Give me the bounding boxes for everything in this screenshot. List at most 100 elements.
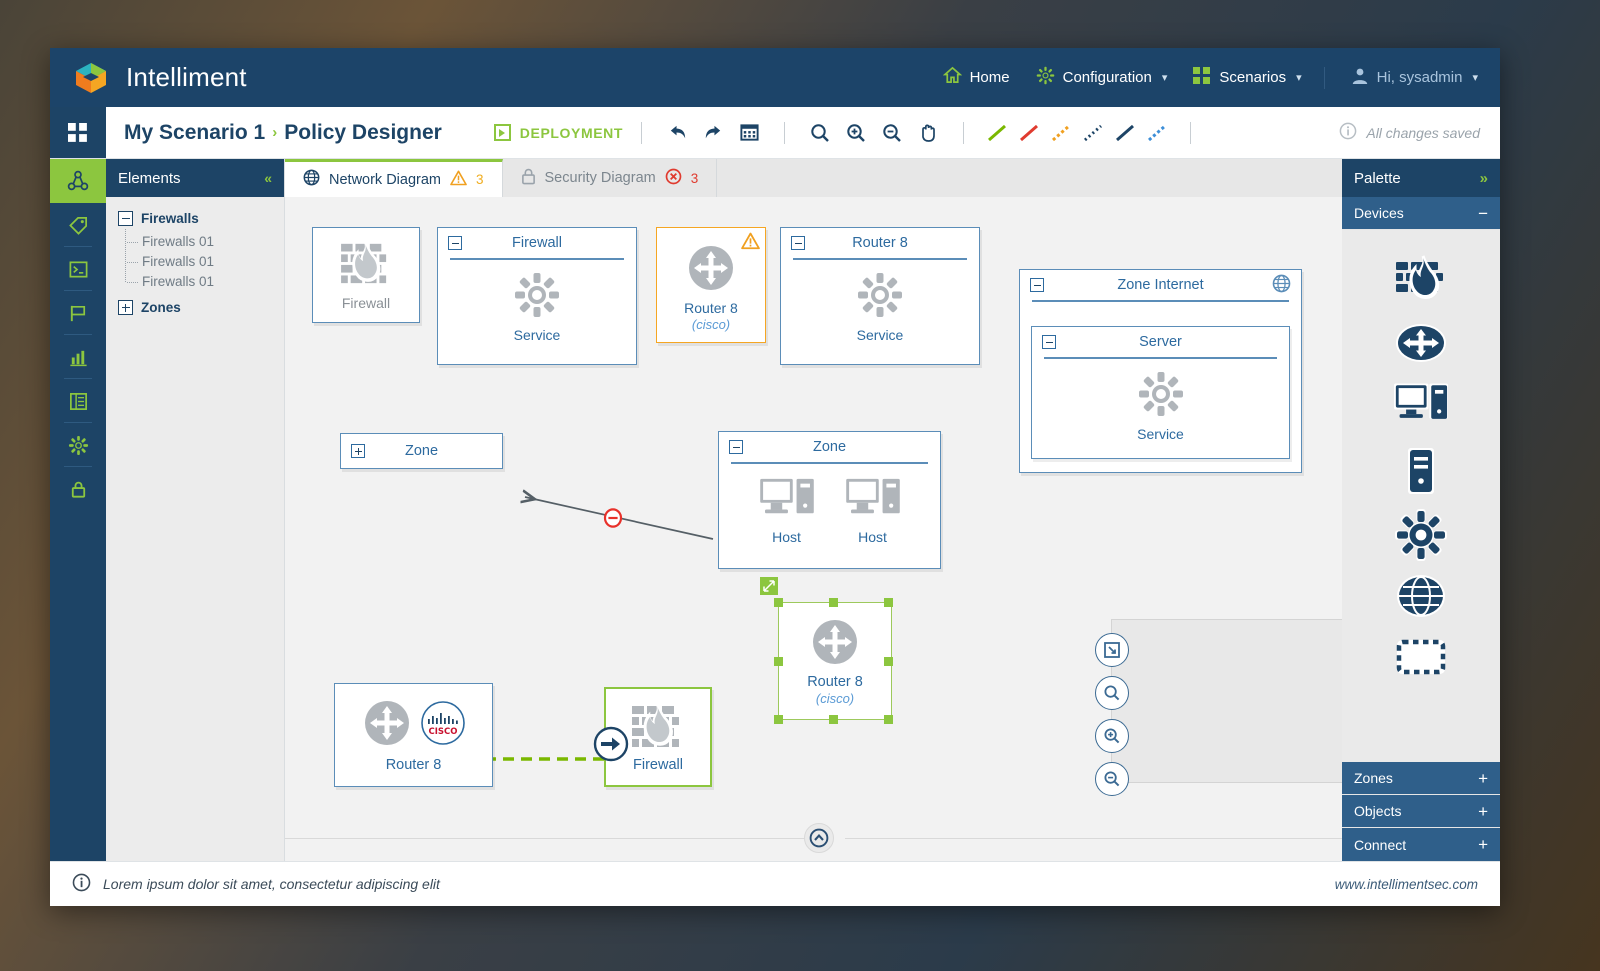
palette-section-objects-sign[interactable]: +: [1478, 803, 1488, 820]
tree-toggle-plus-icon[interactable]: [118, 300, 133, 315]
chevron-down-icon: ▾: [1472, 72, 1478, 84]
line-style-orange-dashed[interactable]: [1046, 118, 1076, 148]
line-style-navy-solid[interactable]: [1110, 118, 1140, 148]
zoom-out-button[interactable]: [875, 116, 909, 150]
panel-collapse-handle[interactable]: [804, 823, 834, 853]
sidebar-item-topology[interactable]: [50, 159, 106, 203]
nav-user-menu[interactable]: Hi, sysadmin ▾: [1351, 67, 1478, 89]
sidebar-item-flags[interactable]: [50, 291, 106, 335]
child-service[interactable]: Service: [1137, 371, 1184, 442]
palette-section-connect[interactable]: Connect +: [1342, 828, 1500, 861]
footer-site-link[interactable]: www.intellimentsec.com: [1335, 877, 1478, 892]
resize-handle-w[interactable]: [774, 657, 783, 666]
sidebar-item-security[interactable]: [50, 467, 106, 511]
line-style-green-solid[interactable]: [982, 118, 1012, 148]
tab-network-diagram[interactable]: Network Diagram 3: [285, 159, 503, 205]
collapse-minus-icon[interactable]: [791, 236, 805, 250]
node-router8-selected[interactable]: Router 8 (cisco): [778, 602, 892, 720]
line-style-navy-dotted[interactable]: [1078, 118, 1108, 148]
search-button[interactable]: [803, 116, 837, 150]
tree-group-zones[interactable]: Zones: [118, 300, 272, 315]
resize-expand-icon[interactable]: [760, 577, 778, 595]
tab-security-diagram[interactable]: Security Diagram 3: [503, 159, 718, 197]
pan-hand-button[interactable]: [911, 116, 945, 150]
sidebar-item-tags[interactable]: [50, 203, 106, 247]
node-router8-selected-wrap[interactable]: Router 8 (cisco): [760, 577, 896, 726]
resize-handle-se[interactable]: [884, 715, 893, 724]
node-router8-warning[interactable]: Router 8 (cisco): [656, 227, 766, 343]
palette-internet-icon[interactable]: [1394, 572, 1448, 626]
palette-section-zones-sign[interactable]: +: [1478, 770, 1488, 787]
sidebar-item-tables[interactable]: [50, 379, 106, 423]
palette-section-connect-sign[interactable]: +: [1478, 836, 1488, 853]
zoom-in-button[interactable]: [839, 116, 873, 150]
palette-section-zones[interactable]: Zones +: [1342, 762, 1500, 795]
tree-group-firewalls[interactable]: Firewalls: [118, 211, 272, 226]
elements-collapse-button[interactable]: «: [264, 170, 272, 186]
palette-section-devices[interactable]: Devices −: [1342, 197, 1500, 230]
connector-deny-badge[interactable]: [603, 508, 623, 533]
minimap[interactable]: [1111, 619, 1342, 783]
undo-button[interactable]: [660, 116, 694, 150]
nav-configuration-label: Configuration: [1062, 69, 1152, 86]
list-item[interactable]: Firewalls 01: [127, 232, 272, 252]
collapse-minus-icon[interactable]: [1030, 278, 1044, 292]
line-style-blue-dashed[interactable]: [1142, 118, 1172, 148]
node-router8-container[interactable]: Router 8 Service: [780, 227, 980, 365]
sidebar-item-settings[interactable]: [50, 423, 106, 467]
collapse-plus-icon[interactable]: [351, 444, 365, 458]
diagram-canvas[interactable]: Firewall Firewall Service Router 8 (cisc…: [285, 197, 1342, 861]
grid-toggle-button[interactable]: [732, 116, 766, 150]
deployment-button[interactable]: DEPLOYMENT: [493, 124, 623, 141]
tree-toggle-minus-icon[interactable]: [118, 211, 133, 226]
app-grid-button[interactable]: [50, 107, 106, 158]
node-firewall-selected[interactable]: Firewall: [593, 687, 712, 787]
palette-section-zones-label: Zones: [1354, 770, 1393, 786]
resize-handle-nw[interactable]: [774, 598, 783, 607]
sidebar-item-reports[interactable]: [50, 335, 106, 379]
node-server-container[interactable]: Server Service: [1031, 326, 1290, 459]
node-zone-hosts[interactable]: Zone Host Host: [718, 431, 941, 569]
arrow-right-circle-icon[interactable]: [592, 725, 630, 768]
child-service[interactable]: Service: [857, 272, 903, 343]
redo-button[interactable]: [696, 116, 730, 150]
collapse-minus-icon[interactable]: [729, 440, 743, 454]
palette-service-icon[interactable]: [1394, 508, 1448, 562]
child-host[interactable]: Host: [845, 476, 901, 545]
zoom-in-button[interactable]: [1095, 719, 1129, 753]
node-firewall-container[interactable]: Firewall Service: [437, 227, 637, 365]
zoom-out-button[interactable]: [1095, 762, 1129, 796]
breadcrumb-scenario[interactable]: My Scenario 1: [124, 121, 265, 145]
list-item[interactable]: Firewalls 01: [127, 272, 272, 292]
palette-server-icon[interactable]: [1394, 444, 1448, 498]
child-host[interactable]: Host: [759, 476, 815, 545]
child-service[interactable]: Service: [514, 272, 560, 343]
palette-section-devices-sign[interactable]: −: [1478, 205, 1488, 222]
resize-handle-e[interactable]: [884, 657, 893, 666]
list-item[interactable]: Firewalls 01: [127, 252, 272, 272]
collapse-minus-icon[interactable]: [448, 236, 462, 250]
node-router8-cisco[interactable]: CISCO Router 8: [334, 683, 493, 787]
palette-zone-icon[interactable]: [1394, 636, 1448, 690]
sidebar-item-console[interactable]: [50, 247, 106, 291]
collapse-minus-icon[interactable]: [1042, 335, 1056, 349]
nav-home[interactable]: Home: [942, 66, 1010, 89]
resize-handle-ne[interactable]: [884, 598, 893, 607]
palette-host-icon[interactable]: [1394, 380, 1448, 434]
node-zone-collapsed[interactable]: Zone: [340, 433, 503, 469]
zoom-reset-button[interactable]: [1095, 676, 1129, 710]
node-zone-internet[interactable]: Zone Internet Server Service: [1019, 269, 1302, 473]
resize-handle-n[interactable]: [829, 598, 838, 607]
palette-firewall-icon[interactable]: [1394, 252, 1448, 306]
palette-router-icon[interactable]: [1394, 316, 1448, 370]
line-style-red-solid[interactable]: [1014, 118, 1044, 148]
nav-configuration[interactable]: Configuration ▾: [1036, 66, 1167, 89]
fit-to-screen-button[interactable]: [1095, 633, 1129, 667]
node-router8-container-label: Router 8: [852, 235, 908, 251]
palette-collapse-button[interactable]: »: [1480, 170, 1488, 187]
resize-handle-sw[interactable]: [774, 715, 783, 724]
nav-scenarios[interactable]: Scenarios ▾: [1193, 66, 1302, 89]
node-firewall-device[interactable]: Firewall: [312, 227, 420, 323]
resize-handle-s[interactable]: [829, 715, 838, 724]
palette-section-objects[interactable]: Objects +: [1342, 795, 1500, 828]
